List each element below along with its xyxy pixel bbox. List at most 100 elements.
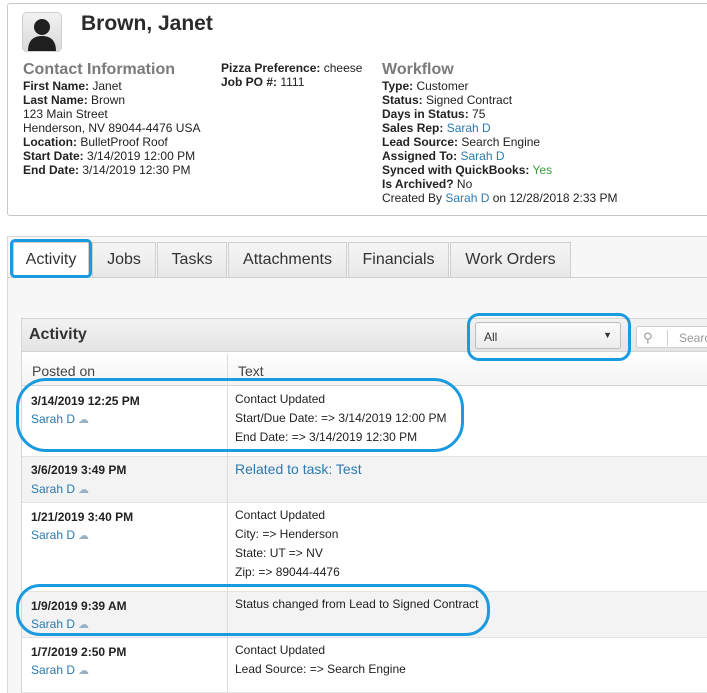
activity-filter-value: All: [484, 330, 498, 344]
activity-line: Start/Due Date: => 3/14/2019 12:00 PM: [235, 411, 447, 425]
activity-line: End Date: => 3/14/2019 12:30 PM: [235, 430, 418, 444]
lead-source-value: Search Engine: [461, 135, 541, 149]
synced-value: Yes: [532, 163, 553, 177]
column-divider: [227, 354, 228, 693]
activity-row: 3/14/2019 12:25 PM Sarah D ☁ Contact Upda…: [22, 387, 707, 457]
cloud-icon: ☁: [78, 530, 90, 542]
col-header-text[interactable]: Text: [228, 354, 707, 386]
lead-source-label: Lead Source:: [382, 135, 459, 149]
activity-row: 3/6/2019 3:49 PM Sarah D ☁ Related to tas…: [22, 457, 707, 503]
last-name-label: Last Name:: [23, 93, 88, 107]
activity-line: State: UT => NV: [235, 546, 323, 560]
assigned-link[interactable]: Sarah D: [460, 149, 504, 163]
created-prefix: Created By: [382, 191, 443, 205]
pizza-label: Pizza Preference:: [221, 61, 321, 75]
activity-text: Contact Updated City: => Henderson State…: [235, 506, 340, 582]
contact-name: Brown, Janet: [81, 12, 213, 35]
pizza-value: cheese: [323, 61, 363, 75]
activity-line: Lead Source: => Search Engine: [235, 662, 406, 676]
tab-financials[interactable]: Financials: [348, 242, 449, 277]
tab-work-orders[interactable]: Work Orders: [450, 242, 571, 277]
activity-filter-select[interactable]: All ▼: [475, 322, 621, 349]
job-po-label: Job PO #:: [221, 75, 278, 89]
tab-tasks[interactable]: Tasks: [157, 242, 227, 277]
sales-rep-link[interactable]: Sarah D: [447, 121, 491, 135]
last-name-value: Brown: [91, 93, 126, 107]
synced-label: Synced with QuickBooks:: [382, 163, 530, 177]
activity-user[interactable]: Sarah D ☁: [31, 617, 89, 631]
created-on: on 12/28/2018 2:33 PM: [492, 191, 618, 205]
job-po-value: 1111: [280, 75, 305, 89]
activity-search-input[interactable]: ⚲ Search: [636, 326, 707, 348]
end-date-label: End Date:: [23, 163, 80, 177]
activity-text: Contact Updated Start/Due Date: => 3/14/…: [235, 390, 446, 447]
address-line2: Henderson, NV 89044-4476 USA: [23, 121, 201, 135]
activity-date: 3/14/2019 12:25 PM: [31, 394, 140, 408]
activity-user-name[interactable]: Sarah D: [31, 528, 75, 542]
activity-row: 1/9/2019 9:39 AM Sarah D ☁ Status changed…: [22, 592, 707, 638]
activity-user-name[interactable]: Sarah D: [31, 412, 75, 426]
activity-line: Contact Updated: [235, 392, 326, 406]
cloud-icon: ☁: [78, 414, 90, 426]
type-label: Type:: [382, 79, 414, 93]
activity-line: Zip: => 89044-4476: [235, 565, 340, 579]
activity-text: Contact Updated Lead Source: => Search E…: [235, 641, 406, 679]
contact-info-heading: Contact Information: [23, 61, 175, 78]
sales-rep-label: Sales Rep:: [382, 121, 444, 135]
activity-row: 1/21/2019 3:40 PM Sarah D ☁ Contact Updat…: [22, 503, 707, 592]
col-header-posted[interactable]: Posted on: [22, 354, 227, 386]
start-date-label: Start Date:: [23, 149, 84, 163]
activity-user[interactable]: Sarah D ☁: [31, 412, 89, 426]
caret-down-icon: ▼: [603, 330, 612, 340]
tab-attachments[interactable]: Attachments: [228, 242, 347, 277]
first-name-label: First Name:: [23, 79, 90, 93]
activity-user-name[interactable]: Sarah D: [31, 663, 75, 677]
first-name-value: Janet: [92, 79, 122, 93]
activity-text: Status changed from Lead to Signed Contr…: [235, 595, 479, 614]
activity-user-name[interactable]: Sarah D: [31, 617, 75, 631]
activity-line: Contact Updated: [235, 643, 326, 657]
activity-row: 1/7/2019 2:50 PM Sarah D ☁ Contact Update…: [22, 638, 707, 693]
activity-date: 1/21/2019 3:40 PM: [31, 510, 134, 524]
status-value: Signed Contract: [426, 93, 513, 107]
related-task-link[interactable]: Related to task: Test: [235, 461, 362, 477]
type-value: Customer: [416, 79, 469, 93]
status-label: Status:: [382, 93, 423, 107]
tab-strip-divider: [7, 277, 707, 278]
activity-date: 3/6/2019 3:49 PM: [31, 463, 127, 477]
col-text-label: Text: [238, 363, 264, 379]
cloud-icon: ☁: [78, 665, 90, 677]
location-value: BulletProof Roof: [80, 135, 168, 149]
activity-text: Related to task: Test: [235, 460, 362, 480]
cloud-icon: ☁: [78, 484, 90, 496]
start-date-value: 3/14/2019 12:00 PM: [87, 149, 196, 163]
contact-info: First Name: Janet Last Name: Brown 123 M…: [23, 79, 200, 177]
address-line1: 123 Main Street: [23, 107, 108, 121]
search-placeholder: Search: [679, 331, 707, 345]
search-icon: ⚲: [643, 330, 653, 345]
activity-panel-title: Activity: [29, 326, 87, 343]
activity-line: City: => Henderson: [235, 527, 339, 541]
assigned-label: Assigned To:: [382, 149, 458, 163]
search-divider: [667, 330, 668, 346]
activity-user-name[interactable]: Sarah D: [31, 482, 75, 496]
created-by-link[interactable]: Sarah D: [445, 191, 489, 205]
tab-activity[interactable]: Activity: [13, 242, 89, 277]
cloud-icon: ☁: [78, 619, 90, 631]
person-icon: [28, 19, 56, 51]
location-label: Location:: [23, 135, 77, 149]
activity-line: Status changed from Lead to Signed Contr…: [235, 597, 479, 611]
activity-date: 1/7/2019 2:50 PM: [31, 645, 127, 659]
custom-fields: Pizza Preference: cheese Job PO #: 1111: [221, 61, 362, 89]
archived-label: Is Archived?: [382, 177, 454, 191]
archived-value: No: [456, 177, 473, 191]
workflow-heading: Workflow: [382, 61, 454, 78]
tab-jobs[interactable]: Jobs: [92, 242, 156, 277]
activity-user[interactable]: Sarah D ☁: [31, 482, 89, 496]
activity-date: 1/9/2019 9:39 AM: [31, 599, 127, 613]
activity-user[interactable]: Sarah D ☁: [31, 528, 89, 542]
days-value: 75: [472, 107, 486, 121]
activity-user[interactable]: Sarah D ☁: [31, 663, 89, 677]
avatar: [22, 12, 62, 52]
days-label: Days in Status:: [382, 107, 469, 121]
